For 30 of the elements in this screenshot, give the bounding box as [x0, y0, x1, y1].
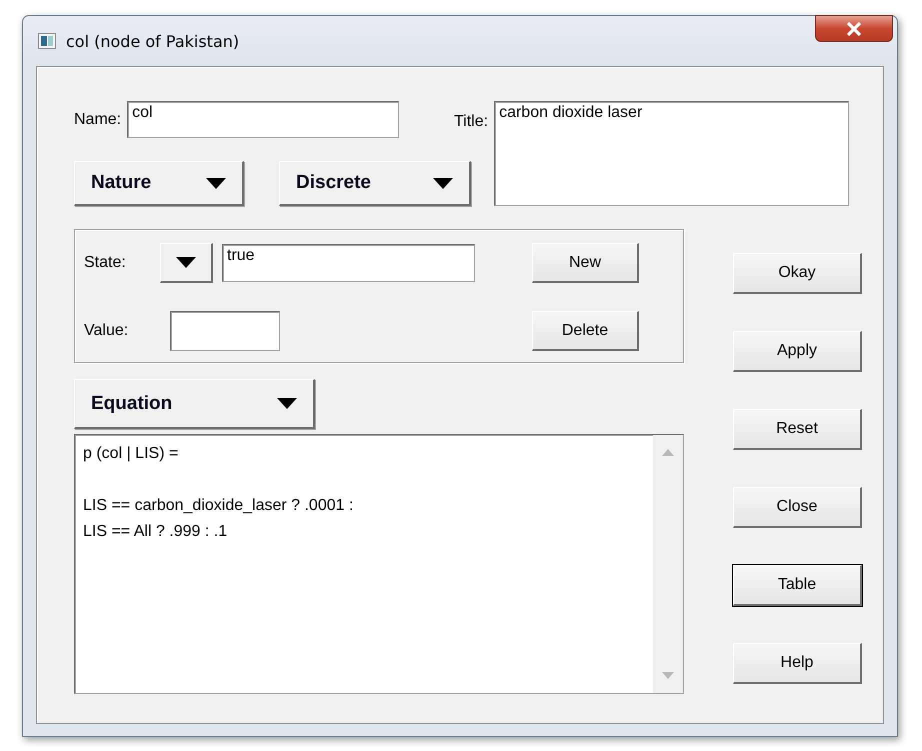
new-button[interactable]: New — [532, 243, 639, 283]
state-label: State: — [84, 254, 127, 272]
close-icon — [846, 22, 862, 36]
dialog-button[interactable]: Table — [733, 565, 862, 606]
caret-icon — [206, 178, 226, 188]
dialog-button[interactable]: Close — [733, 487, 862, 528]
window-icon — [38, 33, 56, 49]
delete-button[interactable]: Delete — [532, 311, 639, 351]
state-field[interactable]: true — [222, 244, 475, 282]
title-field[interactable]: carbon dioxide laser — [494, 101, 850, 206]
value-label: Value: — [84, 322, 130, 340]
name-label: Name: — [74, 110, 122, 128]
dialog-button[interactable]: Help — [733, 643, 862, 684]
caret-icon — [176, 257, 196, 268]
caret-icon — [433, 178, 453, 188]
close-button[interactable] — [815, 15, 893, 42]
equation-field[interactable]: p (col | LIS) = LIS == carbon_dioxide_laser ? .0001 : LIS == All ? .999 : .1 — [74, 434, 684, 694]
window-title: col (node of Pakistan) — [66, 32, 240, 50]
caret-icon — [277, 398, 297, 409]
equation-dropdown[interactable]: Equation — [74, 379, 315, 429]
value-field[interactable] — [170, 311, 280, 351]
dialog-button[interactable]: Apply — [733, 331, 862, 372]
dropdown-button[interactable]: Nature — [74, 161, 244, 206]
equation-text: p (col | LIS) = LIS == carbon_dioxide_laser ? .0001 : LIS == All ? .999 : .1 — [82, 444, 354, 542]
dropdown-button[interactable]: Discrete — [279, 161, 471, 206]
dialog-button[interactable]: Okay — [733, 253, 862, 294]
dialog-button[interactable]: Reset — [733, 409, 862, 450]
name-field[interactable]: col — [127, 101, 400, 138]
state-dropdown-button[interactable] — [160, 243, 213, 283]
title-label: Title: — [454, 113, 488, 131]
